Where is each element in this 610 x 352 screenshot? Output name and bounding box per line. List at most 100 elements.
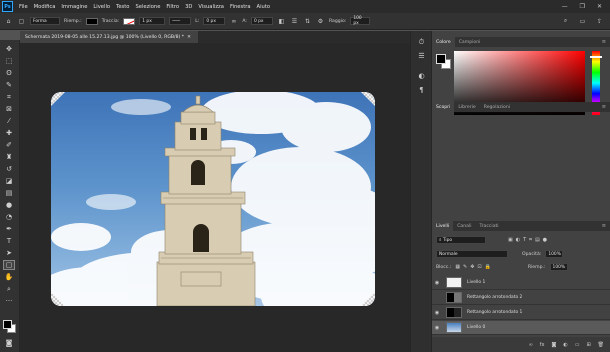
eye-icon[interactable]: ◉	[432, 280, 442, 286]
history-panel-icon[interactable]: ⏱	[416, 37, 427, 47]
menu-immagine[interactable]: Immagine	[58, 4, 90, 10]
menu-testo[interactable]: Testo	[113, 4, 132, 10]
hue-slider-handle[interactable]	[590, 56, 602, 58]
hand-tool-icon[interactable]: ✋	[3, 272, 15, 282]
link-icon[interactable]: ∞	[229, 17, 238, 26]
menu-filtro[interactable]: Filtro	[163, 4, 182, 10]
color-panel-tabs: Colore Campioni ≡	[432, 37, 610, 47]
more-tools-icon[interactable]: ···	[3, 296, 15, 306]
menu-file[interactable]: File	[16, 4, 31, 10]
document-image[interactable]	[51, 92, 375, 306]
quick-mask-icon[interactable]: ◙	[3, 338, 15, 348]
new-layer-icon[interactable]: ⊞	[586, 342, 590, 348]
fill-opacity-field[interactable]: 100%	[549, 263, 568, 271]
move-tool-icon[interactable]: ✥	[3, 44, 15, 54]
width-field[interactable]: 0 px	[203, 17, 226, 25]
maximize-button[interactable]: ❐	[580, 3, 585, 10]
tab-tracciati[interactable]: Tracciati	[476, 221, 503, 231]
path-operations-icon[interactable]: ◧	[277, 17, 286, 26]
eraser-tool-icon[interactable]: ◪	[3, 176, 15, 186]
blend-mode-select[interactable]: Normale	[436, 250, 508, 258]
frame-tool-icon[interactable]: ⊠	[3, 104, 15, 114]
menu-selezione[interactable]: Selezione	[132, 4, 163, 10]
brush-tool-icon[interactable]: ✐	[3, 140, 15, 150]
height-field[interactable]: 0 px	[250, 17, 273, 25]
tab-livelli[interactable]: Livelli	[432, 221, 454, 231]
tab-scopri[interactable]: Scopri	[432, 102, 455, 112]
zoom-tool-icon[interactable]: ⌕	[3, 284, 15, 294]
lasso-tool-icon[interactable]: ʘ	[3, 68, 15, 78]
marquee-tool-icon[interactable]: ⬚	[3, 56, 15, 66]
share-icon[interactable]: ⇪	[595, 17, 604, 26]
menu-livello[interactable]: Livello	[90, 4, 113, 10]
quick-selection-tool-icon[interactable]: ✎	[3, 80, 15, 90]
layer-row[interactable]: ◉ Livello 0	[432, 321, 610, 335]
rounded-rectangle-tool-icon[interactable]: ▢	[3, 260, 15, 270]
menu-modifica[interactable]: Modifica	[31, 4, 59, 10]
properties-panel-icon[interactable]: ☰	[416, 51, 427, 61]
layer-filter-select[interactable]: ⌕ Tipo	[436, 236, 486, 244]
panel-foreground-swatch[interactable]	[436, 54, 446, 64]
workspace-icon[interactable]: ▭	[578, 17, 587, 26]
radius-field[interactable]: 100 px	[350, 16, 371, 26]
group-icon[interactable]: ▭	[575, 342, 580, 348]
crop-tool-icon[interactable]: ⌗	[3, 92, 15, 102]
adjustment-layer-icon[interactable]: ◐	[563, 342, 567, 348]
clone-stamp-tool-icon[interactable]: ♜	[3, 152, 15, 162]
paragraph-panel-icon[interactable]: ¶	[416, 85, 427, 95]
tab-colore[interactable]: Colore	[432, 37, 455, 47]
minimize-button[interactable]: —	[562, 3, 568, 10]
home-icon[interactable]: ⌂	[4, 17, 13, 26]
close-window-button[interactable]: ✕	[597, 3, 602, 10]
tab-regolazioni[interactable]: Regolazioni	[480, 102, 514, 112]
healing-brush-tool-icon[interactable]: ✚	[3, 128, 15, 138]
layer-thumbnail	[446, 322, 462, 333]
dodge-tool-icon[interactable]: ◔	[3, 212, 15, 222]
menu-3d[interactable]: 3D	[182, 4, 195, 10]
menu-visualizza[interactable]: Visualizza	[195, 4, 227, 10]
search-icon[interactable]: ⌕	[561, 17, 570, 26]
path-alignment-icon[interactable]: ☰	[290, 17, 299, 26]
layer-filter-icons[interactable]: ▣◐T⌗▤●	[508, 237, 550, 243]
rounded-rect-tool-icon[interactable]: ▢	[17, 17, 26, 26]
opacity-field[interactable]: 100%	[545, 250, 564, 258]
panel-menu-icon[interactable]: ≡	[602, 223, 606, 229]
fill-swatch[interactable]	[85, 17, 98, 25]
document-tab[interactable]: Schermata 2019-08-05 alle 15.27.13.jpg @…	[20, 31, 198, 43]
menu-aiuto[interactable]: Aiuto	[254, 4, 274, 10]
trash-icon[interactable]: 🗑	[598, 342, 604, 348]
tab-librerie[interactable]: Librerie	[454, 102, 479, 112]
link-layers-icon[interactable]: ∞	[529, 342, 533, 348]
panel-menu-icon[interactable]: ≡	[602, 39, 606, 45]
stroke-width-field[interactable]: 1 px	[139, 17, 166, 25]
adjustments-panel-icon[interactable]: ◐	[416, 71, 427, 81]
add-mask-icon[interactable]: ◙	[551, 342, 556, 348]
stroke-type-select[interactable]: ───	[169, 17, 192, 25]
shape-mode-select[interactable]: Forma	[30, 17, 60, 25]
lock-icons[interactable]: ▦✎✥⊡🔒	[455, 264, 494, 270]
menu-finestra[interactable]: Finestra	[227, 4, 254, 10]
pen-tool-icon[interactable]: ✒	[3, 224, 15, 234]
layer-row[interactable]: ◉ Livello 1	[432, 276, 610, 290]
eye-hidden-icon[interactable]	[432, 295, 442, 301]
stroke-swatch[interactable]	[123, 17, 136, 25]
layer-row[interactable]: Rettangolo arrotondato 2	[432, 291, 610, 305]
panel-menu-icon[interactable]: ≡	[602, 104, 606, 110]
eye-icon[interactable]: ◉	[432, 325, 442, 331]
tab-campioni[interactable]: Campioni	[455, 37, 485, 47]
layer-style-icon[interactable]: fx	[540, 342, 545, 348]
gradient-tool-icon[interactable]: ▤	[3, 188, 15, 198]
type-tool-icon[interactable]: T	[3, 236, 15, 246]
path-selection-tool-icon[interactable]: ➤	[3, 248, 15, 258]
layer-name: Rettangolo arrotondato 1	[467, 310, 523, 315]
foreground-color-swatch[interactable]	[3, 320, 12, 329]
close-tab-icon[interactable]: ✕	[187, 35, 191, 40]
eyedropper-tool-icon[interactable]: ⁄	[3, 116, 15, 126]
layer-row[interactable]: ◉ Rettangolo arrotondato 1	[432, 306, 610, 320]
gear-icon[interactable]: ⚙	[316, 17, 325, 26]
history-brush-tool-icon[interactable]: ↺	[3, 164, 15, 174]
path-arrangement-icon[interactable]: ⇅	[303, 17, 312, 26]
tab-canali[interactable]: Canali	[453, 221, 475, 231]
eye-icon[interactable]: ◉	[432, 310, 442, 316]
blur-tool-icon[interactable]: ●	[3, 200, 15, 210]
